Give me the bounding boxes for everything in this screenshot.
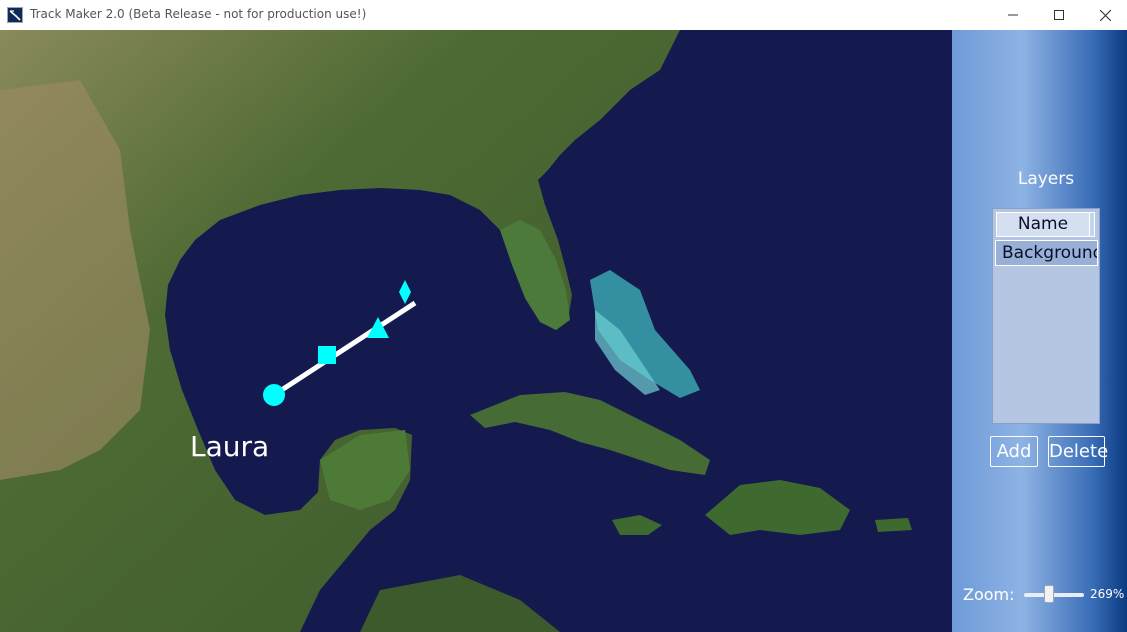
zoom-value: 269% (1090, 587, 1125, 601)
layers-list[interactable]: Name Background (992, 208, 1100, 424)
column-header-name[interactable]: Name (996, 212, 1090, 237)
square-icon (318, 346, 336, 364)
layers-title: Layers (1017, 169, 1075, 189)
column-header-resize[interactable] (1089, 212, 1095, 237)
delete-layer-button[interactable]: Delete (1048, 436, 1108, 467)
maximize-icon (1054, 10, 1064, 20)
layers-panel: Layers Name Background Add Delete Zoom: … (952, 30, 1127, 632)
storm-name-label: Laura (190, 430, 270, 463)
title-bar: Track Maker 2.0 (Beta Release - not for … (0, 0, 1127, 31)
maximize-button[interactable] (1036, 0, 1082, 30)
storm-track-line (272, 300, 417, 398)
diamond-icon (399, 280, 411, 304)
minimize-icon (1008, 14, 1018, 16)
minimize-button[interactable] (990, 0, 1036, 30)
zoom-label: Zoom: (963, 585, 1015, 604)
close-button[interactable] (1082, 0, 1127, 30)
close-icon (1099, 9, 1111, 21)
storm-track-layer (263, 280, 417, 406)
zoom-slider-thumb[interactable] (1044, 585, 1054, 603)
map-canvas[interactable]: Laura (0, 30, 952, 632)
app-icon (7, 7, 23, 23)
add-layer-button[interactable]: Add (990, 436, 1038, 467)
layer-row-background[interactable]: Background (995, 240, 1098, 266)
circle-icon (263, 384, 285, 406)
window-title: Track Maker 2.0 (Beta Release - not for … (30, 7, 367, 21)
zoom-slider-track[interactable] (1024, 593, 1084, 597)
